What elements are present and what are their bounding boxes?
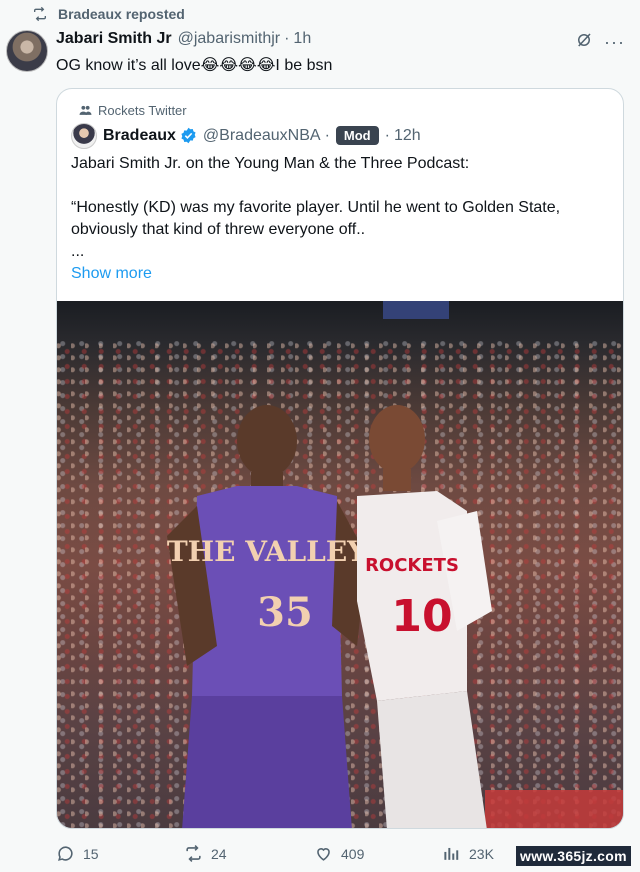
quote-image[interactable]: THE VALLEY 35 ROCKETS 10 (57, 301, 623, 828)
quote-line-3: obviously that kind of threw everyone of… (71, 221, 366, 238)
repost-context[interactable]: Bradeaux reposted (32, 6, 185, 22)
separator: · (384, 126, 390, 144)
repost-icon (34, 6, 46, 22)
tweet-time[interactable]: 1h (293, 30, 311, 48)
community-label[interactable]: Rockets Twitter (79, 103, 187, 118)
quote-author-handle[interactable]: @BradeauxNBA (203, 127, 321, 145)
quote-header: Bradeaux @BradeauxNBA · Mod · 12h (103, 126, 421, 145)
heart-icon (317, 848, 330, 861)
jersey-left-number: 35 (257, 589, 313, 636)
quote-time[interactable]: 12h (394, 127, 421, 145)
repost-icon (186, 845, 201, 862)
author-handle[interactable]: @jabarismithjr (178, 30, 280, 48)
jersey-right-number: 10 (391, 591, 452, 642)
repost-label: Bradeaux reposted (58, 6, 185, 22)
views-button[interactable]: 23K (442, 844, 494, 863)
views-count: 23K (469, 845, 494, 862)
reply-count: 15 (83, 845, 99, 862)
views-icon (444, 847, 459, 860)
tweet-header: Jabari Smith Jr @jabarismithjr · 1h (56, 30, 311, 48)
repost-count: 24 (211, 845, 227, 862)
quote-author-name[interactable]: Bradeaux (103, 127, 176, 145)
separator: · (324, 126, 330, 144)
community-name: Rockets Twitter (98, 103, 187, 118)
reply-button[interactable]: 15 (56, 844, 99, 863)
player-white-jersey: ROCKETS 10 (357, 405, 492, 828)
show-more-link[interactable]: Show more (71, 265, 152, 283)
mod-badge: Mod (335, 126, 379, 145)
like-button[interactable]: 409 (314, 844, 364, 863)
more-icon[interactable]: ··· (604, 32, 625, 53)
tweet-text: OG know it’s all love😂😂😂😂I be bsn (56, 57, 333, 74)
separator: · (284, 30, 290, 47)
arena-sign (383, 301, 449, 319)
grok-icon[interactable] (575, 31, 593, 49)
watermark: www.365jz.com (516, 846, 631, 866)
author-name[interactable]: Jabari Smith Jr (56, 30, 172, 48)
avatar[interactable] (6, 30, 48, 72)
quote-line-2: “Honestly (KD) was my favorite player. U… (71, 199, 561, 216)
jersey-right-text: ROCKETS (365, 555, 459, 576)
repost-button[interactable]: 24 (184, 844, 227, 863)
reply-icon (58, 846, 73, 861)
like-count: 409 (341, 845, 365, 862)
people-icon (79, 105, 92, 115)
verified-icon (181, 127, 196, 144)
quote-avatar[interactable] (71, 123, 97, 149)
floor-sign (485, 790, 623, 828)
quoted-tweet[interactable]: Rockets Twitter Bradeaux @BradeauxNBA · … (56, 88, 624, 829)
quote-line-1: Jabari Smith Jr. on the Young Man & the … (71, 155, 470, 172)
quote-line-4: ... (71, 243, 85, 260)
